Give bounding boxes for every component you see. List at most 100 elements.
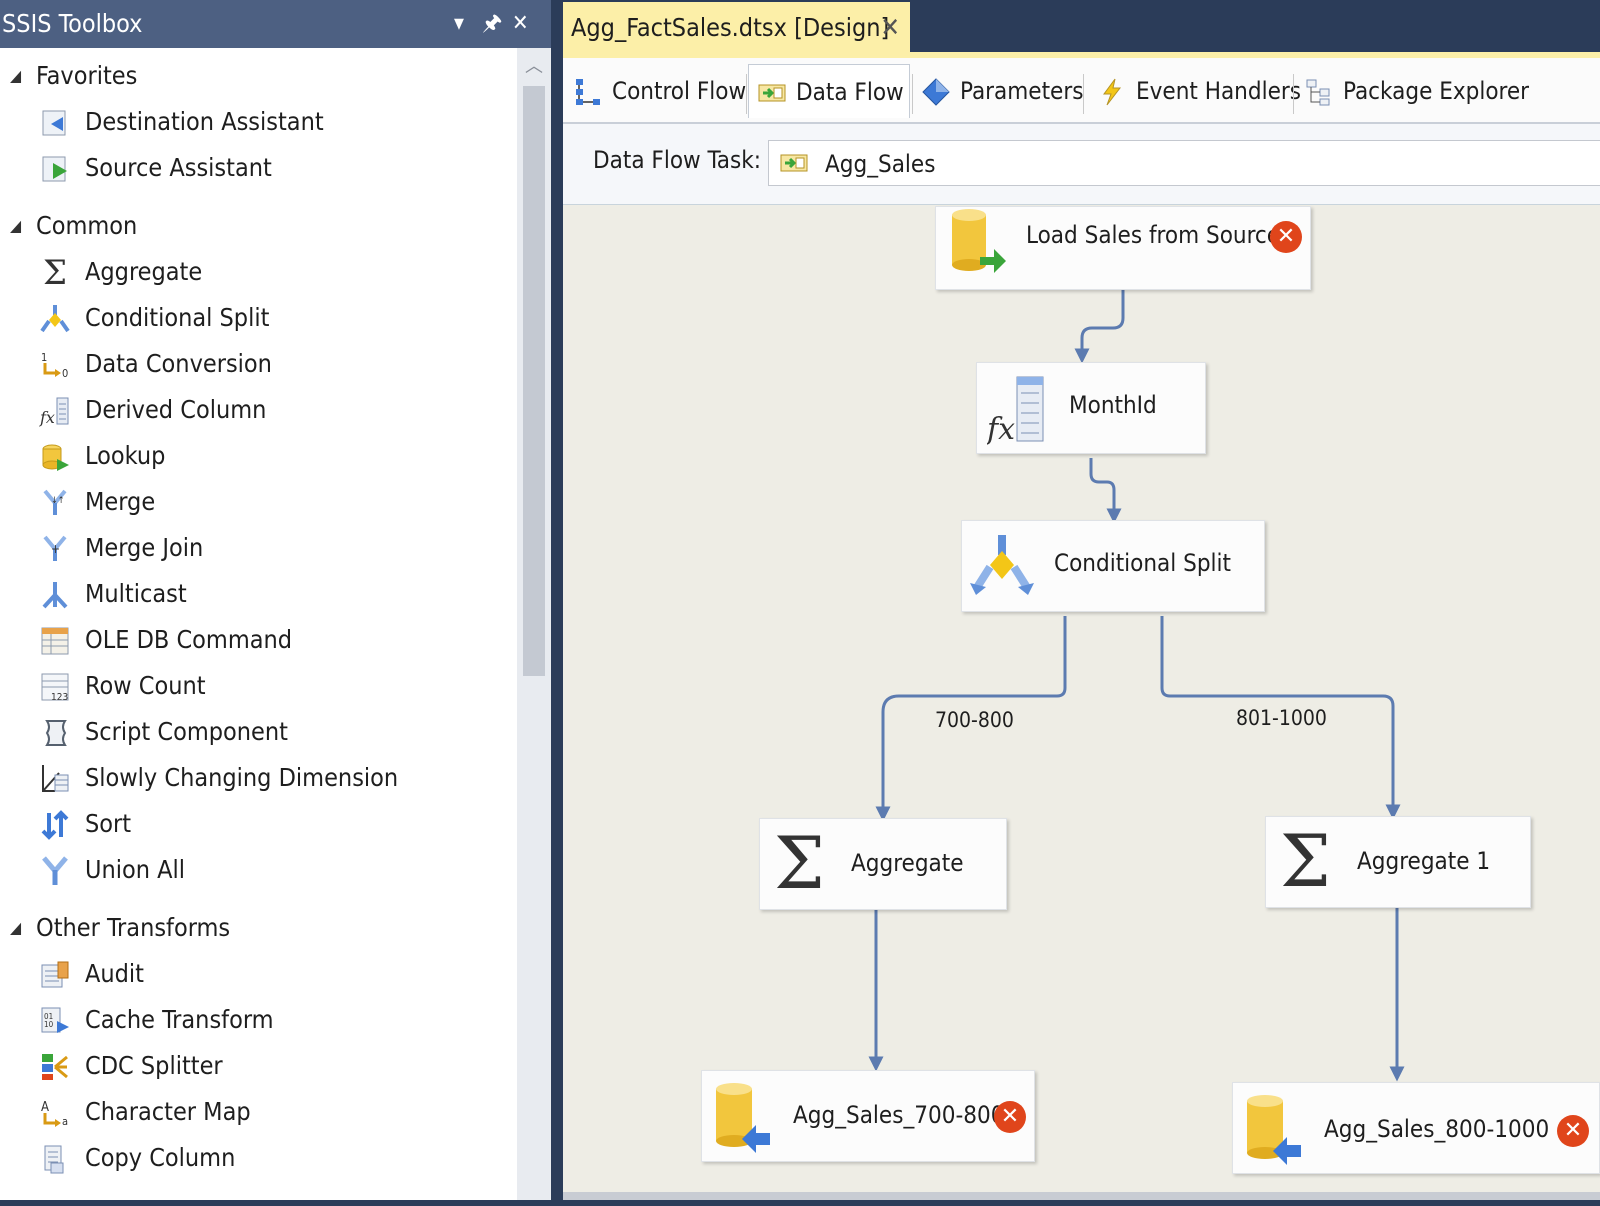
tool-cache-transform[interactable]: 01 10 Cache Transform: [0, 998, 517, 1042]
data-flow-task-value: Agg_Sales: [825, 150, 936, 178]
tab-parameters[interactable]: Parameters: [913, 64, 1083, 118]
tool-derived-column[interactable]: fx Derived Column: [0, 388, 517, 432]
tool-merge[interactable]: ↓↑ Merge: [0, 480, 517, 524]
svg-text:a: a: [62, 1115, 68, 1128]
tab-package-explorer[interactable]: Package Explorer: [1296, 64, 1536, 118]
tool-slowly-changing-dimension[interactable]: Slowly Changing Dimension: [0, 756, 517, 800]
sigma-icon: Σ: [774, 821, 825, 905]
svg-text:10: 10: [44, 1020, 54, 1029]
tab-control-flow[interactable]: Control Flow: [565, 64, 746, 118]
ole-db-destination-icon: [716, 1083, 770, 1153]
tab-data-flow[interactable]: Data Flow: [748, 64, 910, 118]
lookup-icon: [38, 440, 72, 474]
component-agg-sales-800-1000[interactable]: Agg_Sales_800-1000 ✕: [1232, 1082, 1600, 1174]
tool-row-count[interactable]: 123 Row Count: [0, 664, 517, 708]
scroll-up-icon[interactable]: ︿: [517, 52, 551, 78]
control-flow-icon: [576, 79, 600, 105]
path-source-to-monthid[interactable]: [1074, 290, 1125, 364]
tab-separator: [1293, 74, 1294, 114]
tool-lookup[interactable]: Lookup: [0, 434, 517, 478]
collapse-triangle-icon[interactable]: ◢: [10, 54, 21, 98]
pin-icon[interactable]: 🖈: [482, 0, 502, 48]
component-aggregate-1[interactable]: Σ Aggregate 1: [1265, 816, 1531, 908]
row-count-icon: 123: [38, 670, 72, 704]
svg-text:0: 0: [62, 367, 68, 380]
path-monthid-to-split[interactable]: [1089, 458, 1122, 524]
tool-sort[interactable]: Sort: [0, 802, 517, 846]
tool-data-conversion[interactable]: 10 Data Conversion: [0, 342, 517, 386]
svg-text:+: +: [51, 542, 60, 556]
tool-union-all[interactable]: Union All: [0, 848, 517, 892]
cdc-splitter-icon: [38, 1050, 72, 1084]
tool-copy-column[interactable]: Copy Column: [0, 1136, 517, 1180]
error-icon[interactable]: ✕: [1270, 221, 1302, 253]
collapse-triangle-icon[interactable]: ◢: [10, 906, 21, 950]
source-assistant-icon: [38, 152, 72, 186]
scrollbar-thumb[interactable]: [523, 86, 545, 676]
svg-text:fx: fx: [987, 412, 1015, 445]
designer-tab-strip: Control Flow Data Flow Parameters Event …: [563, 58, 1600, 124]
ole-db-destination-icon: [1247, 1095, 1301, 1165]
sigma-icon: Σ: [1280, 819, 1331, 903]
section-common[interactable]: ◢ Common: [0, 204, 517, 248]
merge-join-icon: +: [38, 532, 72, 566]
canvas-bottom-edge: [563, 1192, 1600, 1200]
parameters-icon: [922, 78, 950, 106]
tab-separator: [746, 74, 747, 114]
component-agg-sales-700-800[interactable]: Agg_Sales_700-800 ✕: [701, 1070, 1035, 1162]
tool-cdc-splitter[interactable]: CDC Splitter: [0, 1044, 517, 1088]
path-label-801-1000: 801-1000: [1236, 706, 1327, 730]
tool-aggregate[interactable]: Σ Aggregate: [0, 250, 517, 294]
error-icon[interactable]: ✕: [1557, 1115, 1589, 1147]
data-flow-task-bar: Data Flow Task: Agg_Sales: [563, 124, 1600, 205]
copy-column-icon: [38, 1142, 72, 1176]
component-conditional-split[interactable]: Conditional Split: [961, 520, 1265, 612]
derived-column-icon: fx: [38, 394, 72, 428]
section-favorites[interactable]: ◢ Favorites: [0, 54, 517, 98]
tool-merge-join[interactable]: + Merge Join: [0, 526, 517, 570]
package-explorer-icon: [1306, 79, 1330, 106]
tool-source-assistant[interactable]: Source Assistant: [0, 146, 517, 190]
package-designer: Control Flow Data Flow Parameters Event …: [563, 52, 1600, 1200]
multicast-icon: [38, 578, 72, 612]
close-tab-icon[interactable]: ✕: [880, 2, 900, 54]
tool-conditional-split[interactable]: Conditional Split: [0, 296, 517, 340]
tool-destination-assistant[interactable]: Destination Assistant: [0, 100, 517, 144]
data-flow-canvas[interactable]: 700-800 801-1000 Load Sales from Source …: [563, 206, 1600, 1206]
ole-db-command-icon: [38, 624, 72, 658]
ole-db-source-icon: [952, 209, 1006, 273]
tab-event-handlers[interactable]: Event Handlers: [1089, 64, 1301, 118]
tool-script-component[interactable]: Script Component: [0, 710, 517, 754]
merge-icon: ↓↑: [38, 486, 72, 520]
tool-multicast[interactable]: Multicast: [0, 572, 517, 616]
document-tab[interactable]: Agg_FactSales.dtsx [Design] ✕: [563, 2, 910, 52]
collapse-triangle-icon[interactable]: ◢: [10, 204, 21, 248]
conditional-split-icon: [38, 302, 72, 336]
path-label-700-800: 700-800: [935, 708, 1014, 732]
toolbox-scrollbar[interactable]: ︿: [517, 48, 551, 1200]
derived-column-icon: fx: [987, 376, 1044, 445]
section-other-transforms[interactable]: ◢ Other Transforms: [0, 906, 517, 950]
error-icon[interactable]: ✕: [994, 1101, 1026, 1133]
data-flow-task-select[interactable]: Agg_Sales: [768, 140, 1600, 186]
tool-character-map[interactable]: Aa Character Map: [0, 1090, 517, 1134]
cache-transform-icon: 01 10: [38, 1004, 72, 1038]
component-load-sales-from-source[interactable]: Load Sales from Source ✕: [935, 206, 1311, 290]
sort-icon: [38, 808, 72, 842]
svg-text:↓↑: ↓↑: [51, 496, 65, 506]
document-tab-title: Agg_FactSales.dtsx [Design]: [571, 13, 890, 42]
svg-text:123: 123: [51, 692, 68, 703]
svg-text:A: A: [41, 1100, 49, 1115]
script-component-icon: [38, 716, 72, 750]
window-position-dropdown-icon[interactable]: ▾: [454, 0, 464, 48]
component-monthid[interactable]: fx MonthId: [976, 362, 1206, 454]
svg-text:fx: fx: [39, 408, 55, 427]
lightning-icon: [1103, 78, 1122, 106]
toolbox-title-bar: SSIS Toolbox ▾ 🖈 ✕: [0, 0, 551, 48]
tool-ole-db-command[interactable]: OLE DB Command: [0, 618, 517, 662]
tool-audit[interactable]: Audit: [0, 952, 517, 996]
component-aggregate[interactable]: Σ Aggregate: [759, 818, 1007, 910]
data-flow-task-icon: [780, 154, 808, 172]
close-icon[interactable]: ✕: [512, 0, 529, 48]
conditional-split-icon: [970, 535, 1034, 595]
